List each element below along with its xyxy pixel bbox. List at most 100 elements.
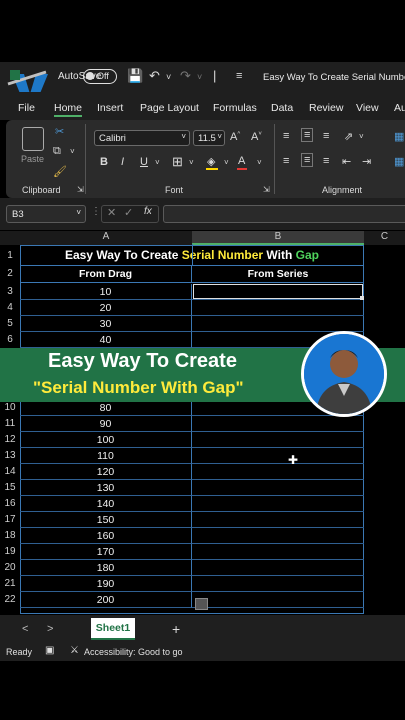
- orientation-icon[interactable]: ⇗: [344, 130, 353, 143]
- font-color-icon[interactable]: A: [238, 155, 245, 167]
- row-header[interactable]: 15: [0, 482, 20, 493]
- table-cell-b[interactable]: [192, 464, 364, 480]
- tab-page-layout[interactable]: Page Layout: [140, 102, 199, 114]
- bold-button[interactable]: B: [100, 156, 108, 168]
- tab-automate[interactable]: Au: [394, 102, 405, 114]
- format-painter-icon[interactable]: 🖌: [53, 165, 67, 178]
- table-cell-a[interactable]: 150: [20, 512, 192, 528]
- autosave-toggle[interactable]: Off: [83, 69, 117, 84]
- table-cell-b[interactable]: [192, 592, 364, 608]
- prev-sheet-button[interactable]: <: [22, 623, 28, 635]
- header-cell-a[interactable]: From Drag: [20, 266, 192, 283]
- row-header[interactable]: 2: [0, 268, 20, 279]
- undo-icon[interactable]: ↶: [149, 68, 160, 84]
- fill-color-icon[interactable]: ◈: [207, 155, 215, 168]
- insert-function-button[interactable]: fx: [144, 206, 152, 217]
- italic-button[interactable]: I: [121, 156, 124, 168]
- table-cell-b[interactable]: [192, 480, 364, 496]
- row-header[interactable]: 11: [0, 418, 20, 429]
- underline-dropdown-icon[interactable]: ˅: [155, 158, 160, 167]
- customize-toolbar-icon[interactable]: ≡: [236, 70, 242, 82]
- table-cell-b[interactable]: [192, 560, 364, 576]
- table-cell-a[interactable]: 80: [20, 400, 192, 416]
- paste-icon[interactable]: [22, 127, 44, 151]
- underline-button[interactable]: U: [140, 156, 148, 168]
- row-header[interactable]: 20: [0, 562, 20, 573]
- select-all-corner[interactable]: [0, 231, 20, 245]
- table-cell-a[interactable]: 170: [20, 544, 192, 560]
- align-top-icon[interactable]: ≡: [283, 130, 289, 142]
- more-options-icon[interactable]: ⋮: [91, 206, 101, 217]
- table-cell-a[interactable]: 90: [20, 416, 192, 432]
- table-cell-a[interactable]: 40: [20, 332, 192, 348]
- active-cell-b3[interactable]: [193, 284, 363, 299]
- copy-icon[interactable]: ⧉: [53, 145, 61, 158]
- align-right-icon[interactable]: ≡: [323, 155, 329, 167]
- table-cell-a[interactable]: 120: [20, 464, 192, 480]
- table-cell-a[interactable]: 130: [20, 480, 192, 496]
- wrap-text-icon[interactable]: ▦: [394, 130, 404, 143]
- next-sheet-button[interactable]: >: [47, 623, 53, 635]
- font-name-select[interactable]: Calibri ˅: [94, 130, 190, 146]
- merge-center-icon[interactable]: ▦: [394, 155, 404, 168]
- paste-label[interactable]: Paste: [21, 154, 44, 164]
- row-header[interactable]: 13: [0, 450, 20, 461]
- table-cell-a[interactable]: 190: [20, 576, 192, 592]
- table-cell-b[interactable]: [192, 496, 364, 512]
- table-cell-b[interactable]: [192, 300, 364, 316]
- row-header[interactable]: 18: [0, 530, 20, 541]
- tab-review[interactable]: Review: [309, 102, 343, 114]
- table-cell-b[interactable]: [192, 544, 364, 560]
- table-cell-b[interactable]: [192, 512, 364, 528]
- sheet-tab-sheet1[interactable]: Sheet1: [91, 618, 135, 640]
- row-header[interactable]: 6: [0, 334, 20, 345]
- borders-icon[interactable]: ⊞: [172, 154, 183, 170]
- font-size-select[interactable]: 11.5 ˅: [193, 130, 225, 146]
- column-header-a[interactable]: A: [20, 231, 192, 245]
- table-cell-a[interactable]: 110: [20, 448, 192, 464]
- tab-insert[interactable]: Insert: [97, 102, 123, 114]
- row-header[interactable]: 1: [0, 250, 20, 261]
- formula-input[interactable]: [163, 205, 405, 223]
- column-header-c[interactable]: C: [364, 231, 405, 245]
- cancel-icon[interactable]: ✕: [107, 206, 116, 219]
- redo-dropdown-icon[interactable]: ˅: [197, 72, 202, 82]
- tab-data[interactable]: Data: [271, 102, 293, 114]
- row-header[interactable]: 14: [0, 466, 20, 477]
- align-middle-icon[interactable]: ≡: [301, 128, 314, 142]
- table-cell-a[interactable]: 180: [20, 560, 192, 576]
- accessibility-status[interactable]: Accessibility: Good to go: [84, 647, 183, 657]
- tab-view[interactable]: View: [356, 102, 379, 114]
- redo-icon[interactable]: ↷: [180, 68, 191, 84]
- copy-dropdown-icon[interactable]: ˅: [70, 147, 75, 156]
- row-header[interactable]: 4: [0, 302, 20, 313]
- shrink-font-icon[interactable]: A˅: [251, 131, 262, 143]
- fill-color-dropdown-icon[interactable]: ˅: [224, 158, 229, 167]
- decrease-indent-icon[interactable]: ⇤: [342, 155, 351, 168]
- tab-home[interactable]: Home: [54, 102, 83, 117]
- table-cell-b[interactable]: [192, 432, 364, 448]
- row-header[interactable]: 10: [0, 402, 20, 413]
- font-launcher-icon[interactable]: ⇲: [263, 185, 270, 194]
- table-cell-b[interactable]: [192, 316, 364, 332]
- row-header[interactable]: 16: [0, 498, 20, 509]
- align-left-icon[interactable]: ≡: [283, 155, 289, 167]
- row-header[interactable]: 5: [0, 318, 20, 329]
- grow-font-icon[interactable]: A^: [230, 131, 240, 143]
- name-box[interactable]: B3 ˅: [6, 205, 86, 223]
- row-header[interactable]: 19: [0, 546, 20, 557]
- macro-record-icon[interactable]: ▣: [45, 645, 54, 656]
- table-cell-a[interactable]: 20: [20, 300, 192, 316]
- font-color-dropdown-icon[interactable]: ˅: [257, 158, 262, 167]
- header-cell-b[interactable]: From Series: [192, 266, 364, 283]
- auto-fill-options-icon[interactable]: [195, 598, 208, 610]
- row-header[interactable]: 17: [0, 514, 20, 525]
- table-cell-a[interactable]: 140: [20, 496, 192, 512]
- accessibility-icon[interactable]: ⚔: [70, 645, 79, 656]
- tab-formulas[interactable]: Formulas: [213, 102, 257, 114]
- table-cell-b[interactable]: [192, 448, 364, 464]
- table-cell-b[interactable]: [192, 576, 364, 592]
- fill-handle[interactable]: [360, 296, 364, 300]
- save-icon[interactable]: 💾: [127, 68, 143, 84]
- orientation-dropdown-icon[interactable]: ˅: [359, 132, 364, 141]
